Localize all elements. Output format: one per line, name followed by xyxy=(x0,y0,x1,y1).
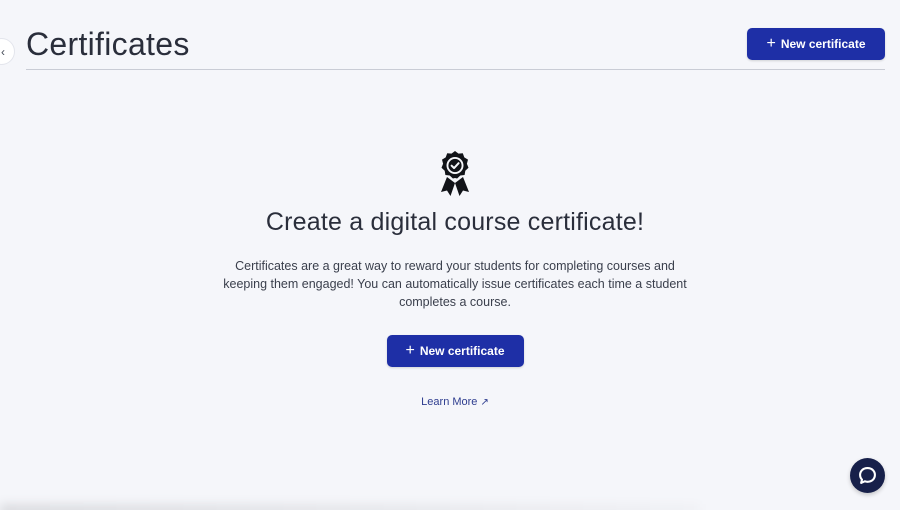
page-header: Certificates + New certificate xyxy=(26,24,885,70)
chevron-left-icon: ‹ xyxy=(1,44,5,59)
empty-state-description: Certificates are a great way to reward y… xyxy=(223,259,687,309)
learn-more-link[interactable]: Learn More ↗ xyxy=(421,396,489,408)
new-certificate-button-header[interactable]: + New certificate xyxy=(747,28,885,60)
new-certificate-button[interactable]: + New certificate xyxy=(386,335,524,367)
empty-state-title: Create a digital course certificate! xyxy=(265,208,645,236)
plus-icon: + xyxy=(766,34,776,52)
new-certificate-label: New certificate xyxy=(419,344,505,358)
external-arrow-icon: ↗ xyxy=(480,396,489,408)
page-title: Certificates xyxy=(26,26,190,62)
chat-support-button[interactable] xyxy=(850,458,885,493)
learn-more-label: Learn More xyxy=(421,396,478,408)
chat-bubble-icon xyxy=(859,467,876,484)
page: ‹ Certificates + New certificate Create … xyxy=(0,0,900,510)
plus-icon: + xyxy=(405,341,415,359)
bottom-shadow xyxy=(0,504,700,510)
sidebar-collapse-button[interactable]: ‹ xyxy=(0,38,15,65)
new-certificate-label: New certificate xyxy=(780,37,866,51)
empty-state: Create a digital course certificate! Cer… xyxy=(0,150,900,408)
award-ribbon-icon xyxy=(441,151,469,196)
